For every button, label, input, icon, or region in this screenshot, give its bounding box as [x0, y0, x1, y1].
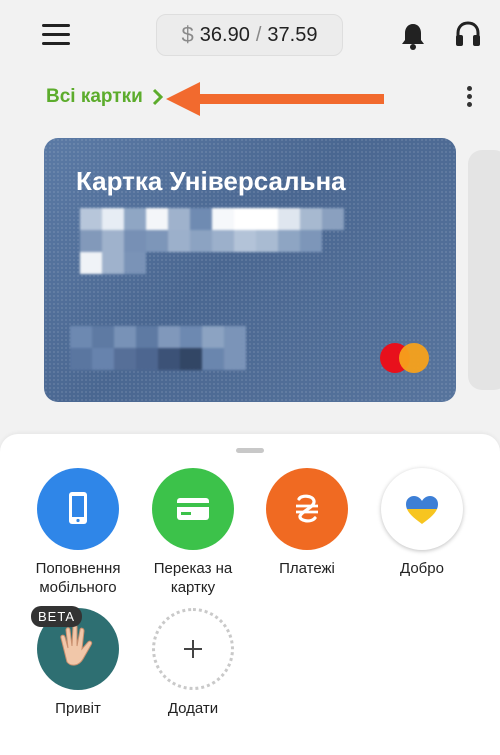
beta-badge: BETA — [31, 606, 82, 627]
balance-current: 36.90 — [199, 23, 250, 46]
heart-icon — [406, 496, 438, 524]
action-label: Привіт — [55, 700, 101, 717]
action-circle — [266, 468, 348, 550]
action-label: Додати — [167, 700, 219, 717]
sheet-drag-handle[interactable] — [236, 448, 264, 453]
balance-separator: / — [255, 23, 262, 46]
action-label: Переказ на картку — [153, 560, 233, 596]
more-options-icon[interactable] — [464, 86, 474, 112]
action-label: Добро — [400, 560, 444, 577]
action-circle — [37, 468, 119, 550]
action-add[interactable]: Додати — [133, 608, 253, 718]
action-payments[interactable]: Платежі — [247, 468, 367, 578]
mastercard-logo-yellow — [399, 343, 429, 373]
balance-display[interactable]: $ 36.90 / 37.59 — [156, 14, 343, 56]
action-circle — [152, 468, 234, 550]
blurred-card-holder — [70, 326, 246, 370]
all-cards-link[interactable]: Всі картки — [46, 86, 143, 108]
plus-icon — [184, 640, 202, 658]
action-label: Платежі — [279, 560, 335, 577]
next-card-peek[interactable] — [468, 150, 500, 390]
chevron-right-icon[interactable] — [151, 87, 165, 107]
balance-limit: 37.59 — [267, 23, 318, 46]
action-card-transfer[interactable]: Переказ на картку — [133, 468, 253, 597]
hamburger-menu-icon[interactable] — [42, 24, 70, 46]
action-label: Поповнення мобільного — [35, 560, 121, 596]
action-circle — [381, 468, 463, 550]
hryvnia-icon — [296, 494, 318, 523]
action-charity[interactable]: Добро — [362, 468, 482, 578]
top-bar: $ 36.90 / 37.59 — [0, 0, 500, 72]
bank-card[interactable]: Картка Універсальна — [44, 138, 456, 402]
card-icon — [177, 498, 209, 520]
action-circle — [152, 608, 234, 690]
headset-icon[interactable] — [454, 20, 482, 50]
action-mobile-topup[interactable]: Поповнення мобільного — [18, 468, 138, 597]
phone-icon — [69, 492, 87, 524]
dollar-icon: $ — [181, 22, 194, 47]
annotation-arrow-icon — [166, 82, 384, 116]
card-title: Картка Універсальна — [76, 166, 346, 196]
bell-icon[interactable] — [400, 22, 426, 50]
blurred-card-number — [80, 208, 344, 274]
